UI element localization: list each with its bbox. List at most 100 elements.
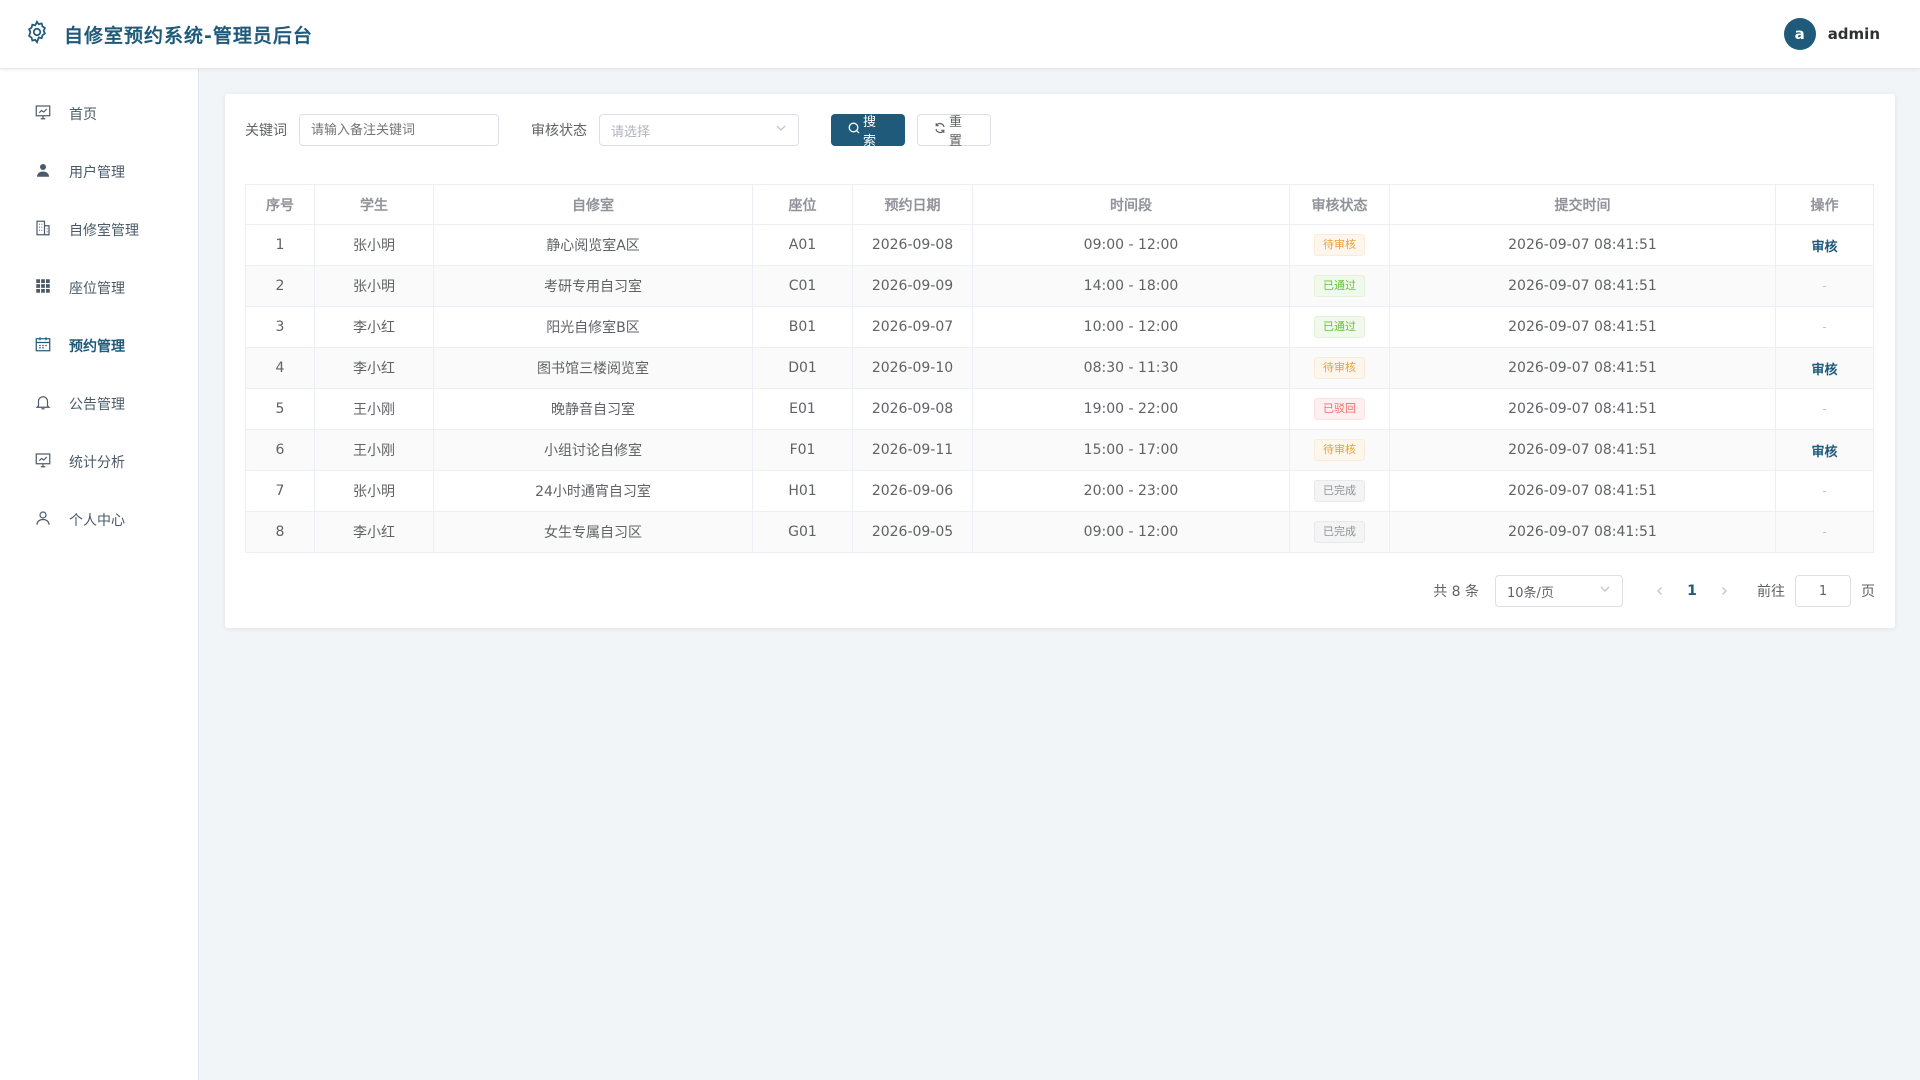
- sidebar-item-reservations[interactable]: 预约管理: [0, 317, 198, 375]
- no-action: -: [1822, 484, 1827, 498]
- page-suffix: 页: [1861, 584, 1875, 600]
- chevron-down-icon: [1599, 583, 1611, 599]
- no-text: 2: [275, 278, 285, 294]
- status-badge: 待审核: [1314, 439, 1365, 461]
- date-text: 2026-09-06: [871, 483, 954, 499]
- cell-room: 阳光自修室B区: [433, 306, 753, 348]
- sidebar-item-label: 座位管理: [69, 281, 125, 297]
- cell-submitted: 2026-09-07 08:41:51: [1389, 511, 1776, 553]
- no-action: -: [1822, 279, 1827, 293]
- sidebar-item-profile[interactable]: 个人中心: [0, 491, 198, 549]
- table-row: 8 李小红 女生专属自习区 G01 2026-09-05 09:00 - 12:00 已完成…: [245, 511, 1874, 553]
- cell-no: 4: [245, 347, 315, 389]
- column-header: 审核状态: [1289, 184, 1390, 225]
- cell-status: 待审核: [1289, 429, 1390, 471]
- pagination-total: 共 8 条: [1433, 584, 1479, 600]
- seat-text: C01: [788, 278, 817, 294]
- cell-no: 8: [245, 511, 315, 553]
- sidebar-item-label: 首页: [69, 107, 97, 123]
- dashboard-icon: [34, 103, 52, 125]
- page-jump-input[interactable]: 1: [1795, 575, 1851, 607]
- avatar[interactable]: a: [1783, 18, 1816, 50]
- refresh-icon: [934, 122, 946, 138]
- column-header: 预约日期: [852, 184, 973, 225]
- seat-text: G01: [788, 524, 817, 540]
- sidebar-item-label: 统计分析: [69, 455, 125, 471]
- seat-text: D01: [788, 360, 817, 376]
- search-button[interactable]: 搜索: [831, 114, 905, 149]
- room-text: 女生专属自习区: [544, 525, 642, 541]
- no-text: 4: [275, 360, 285, 376]
- room-text: 考研专用自习室: [544, 279, 642, 295]
- reservation-table: 序号 学生 自修室 座位 预约日期 时间段 审核状态 提交时间 操作 1 张小明 静…: [245, 184, 1874, 553]
- reset-button[interactable]: 重置: [917, 114, 991, 149]
- room-text: 阳光自修室B区: [546, 320, 640, 336]
- status-badge: 待审核: [1314, 357, 1365, 379]
- review-link[interactable]: 审核: [1811, 240, 1837, 255]
- cell-op: -: [1775, 388, 1874, 430]
- cell-submitted: 2026-09-07 08:41:51: [1389, 470, 1776, 512]
- calendar-icon: [34, 335, 52, 357]
- cell-op: -: [1775, 470, 1874, 512]
- cell-status: 待审核: [1289, 347, 1390, 389]
- sidebar-item-home[interactable]: 首页: [0, 85, 198, 143]
- student-text: 李小红: [353, 361, 395, 377]
- room-text: 静心阅览室A区: [546, 238, 640, 254]
- username[interactable]: admin: [1828, 25, 1880, 43]
- cell-no: 6: [245, 429, 315, 471]
- sidebar-item-seats[interactable]: 座位管理: [0, 259, 198, 317]
- top-header: 自修室预约系统-管理员后台 a admin: [0, 0, 1920, 69]
- cell-status: 待审核: [1289, 224, 1390, 266]
- page-size-value: 10条/页: [1507, 585, 1554, 601]
- sidebar-item-users[interactable]: 用户管理: [0, 143, 198, 201]
- table-row: 1 张小明 静心阅览室A区 A01 2026-09-08 09:00 - 12:00 待审核…: [245, 224, 1874, 266]
- review-link[interactable]: 审核: [1811, 363, 1837, 378]
- no-text: 1: [275, 237, 285, 253]
- sidebar-item-label: 公告管理: [69, 397, 125, 413]
- seat-text: A01: [788, 237, 817, 253]
- student-text: 王小刚: [353, 443, 395, 459]
- no-text: 3: [275, 319, 285, 335]
- cell-student: 王小刚: [314, 429, 434, 471]
- prev-page-button[interactable]: [1647, 586, 1673, 596]
- date-text: 2026-09-09: [871, 278, 954, 294]
- cell-status: 已完成: [1289, 511, 1390, 553]
- next-page-button[interactable]: [1711, 586, 1737, 596]
- cell-date: 2026-09-11: [852, 429, 973, 471]
- status-badge: 已完成: [1314, 480, 1365, 502]
- cell-op: 审核: [1775, 347, 1874, 389]
- date-text: 2026-09-07: [871, 319, 954, 335]
- no-text: 6: [275, 442, 285, 458]
- sidebar-item-announcements[interactable]: 公告管理: [0, 375, 198, 433]
- cell-seat: E01: [752, 388, 853, 430]
- status-select[interactable]: 请选择: [599, 114, 799, 146]
- user-menu[interactable]: a admin: [1783, 18, 1880, 50]
- room-text: 24小时通宵自习室: [535, 484, 651, 500]
- cell-date: 2026-09-09: [852, 265, 973, 307]
- review-link[interactable]: 审核: [1811, 445, 1837, 460]
- cell-student: 张小明: [314, 224, 434, 266]
- student-text: 张小明: [353, 484, 395, 500]
- no-action: -: [1822, 525, 1827, 539]
- cell-room: 24小时通宵自习室: [433, 470, 753, 512]
- cell-no: 1: [245, 224, 315, 266]
- grid-icon: [34, 277, 52, 299]
- goto-label: 前往: [1757, 584, 1785, 600]
- page-size-select[interactable]: 10条/页: [1495, 575, 1623, 607]
- page-number[interactable]: 1: [1673, 583, 1711, 599]
- date-text: 2026-09-10: [871, 360, 954, 376]
- sidebar-item-rooms[interactable]: 自修室管理: [0, 201, 198, 259]
- cell-op: 审核: [1775, 224, 1874, 266]
- status-badge: 已驳回: [1314, 398, 1365, 420]
- student-text: 张小明: [353, 279, 395, 295]
- time-text: 20:00 - 23:00: [1083, 483, 1179, 499]
- cell-time: 15:00 - 17:00: [972, 429, 1290, 471]
- keyword-input[interactable]: [299, 114, 499, 146]
- no-text: 5: [275, 401, 285, 417]
- cell-room: 图书馆三楼阅览室: [433, 347, 753, 389]
- table-row: 3 李小红 阳光自修室B区 B01 2026-09-07 10:00 - 12:00 已通过…: [245, 306, 1874, 348]
- sidebar-item-statistics[interactable]: 统计分析: [0, 433, 198, 491]
- cell-submitted: 2026-09-07 08:41:51: [1389, 429, 1776, 471]
- time-text: 10:00 - 12:00: [1083, 319, 1179, 335]
- keyword-label: 关键词: [245, 123, 287, 139]
